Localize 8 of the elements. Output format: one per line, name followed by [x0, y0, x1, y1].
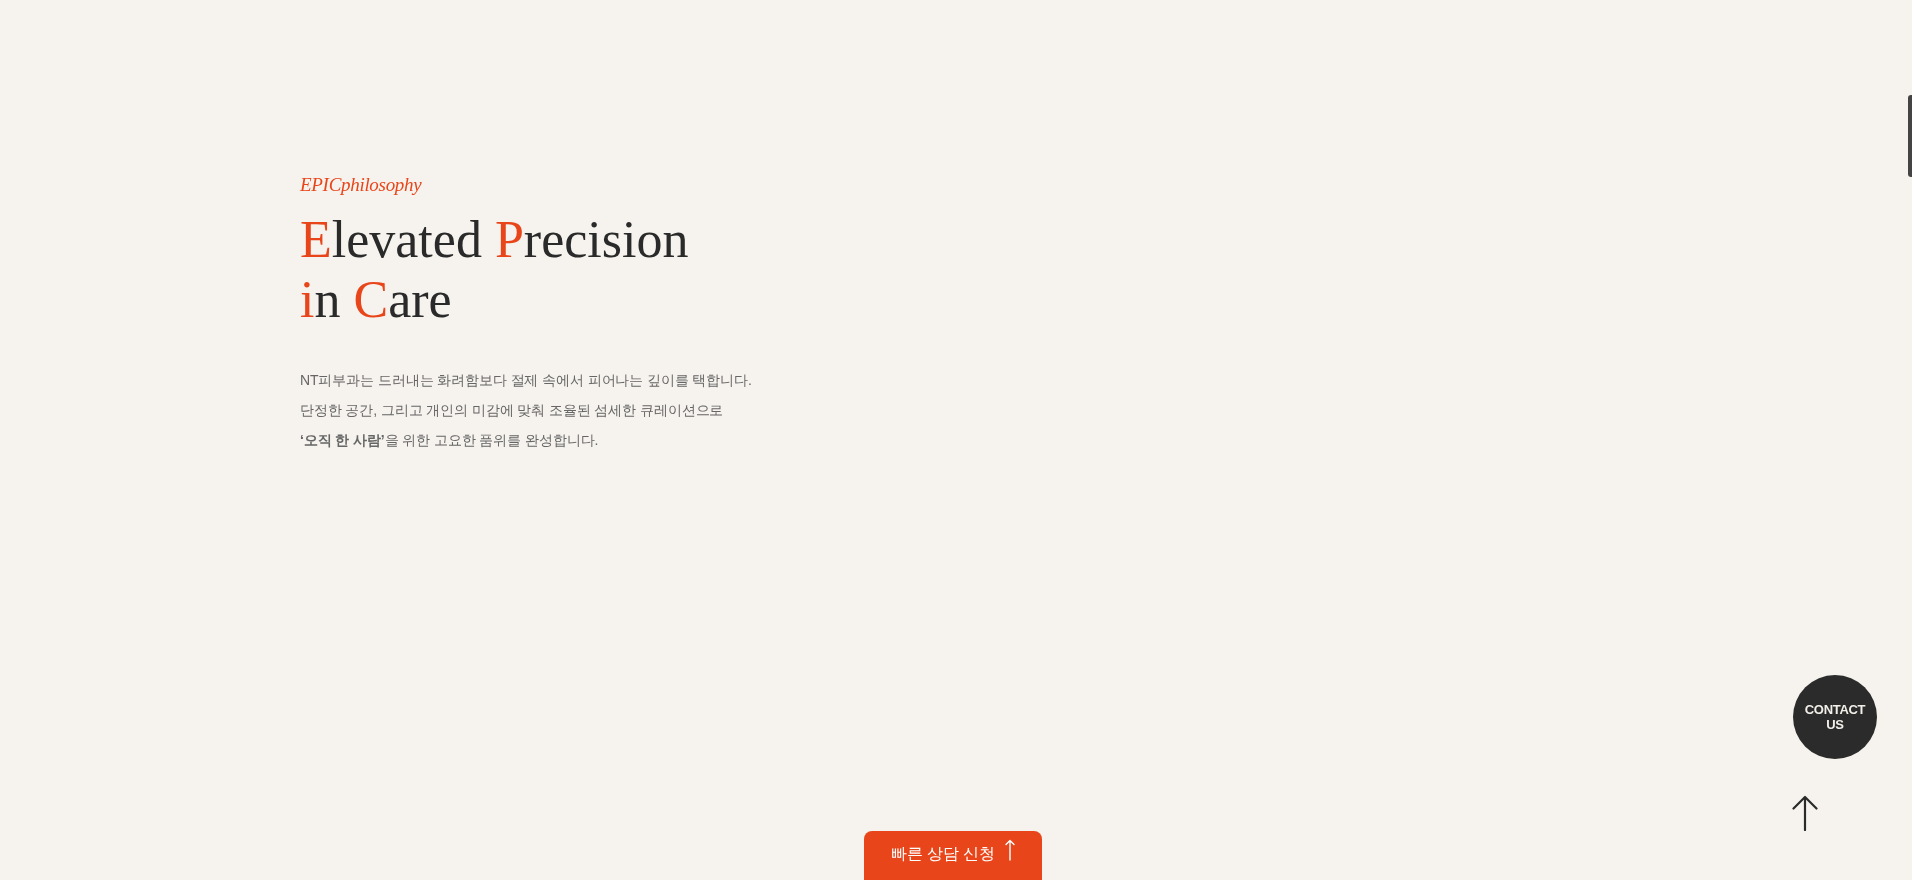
arrow-up-icon: [1005, 839, 1016, 861]
contact-button[interactable]: CONTACT US: [1793, 675, 1877, 759]
scrollbar-thumb[interactable]: [1908, 95, 1912, 177]
eyebrow-text: EPICphilosophy: [300, 173, 422, 197]
quick-consult-button[interactable]: 빠른 상담 신청: [864, 831, 1042, 880]
body-paragraph: NT피부과는 드러내는 화려함보다 절제 속에서 피어나는 깊이를 택합니다. 단정한 공간, 그리고 개인의 미감에 맞춰 조율된 섬세한 큐레이션으로 ‘오직 한 사람’을 위한 고요한 품위를 완성합니다.: [300, 371, 752, 450]
arrow-up-icon[interactable]: [1792, 795, 1818, 831]
heading: Elevated Precision in Care: [300, 210, 689, 330]
